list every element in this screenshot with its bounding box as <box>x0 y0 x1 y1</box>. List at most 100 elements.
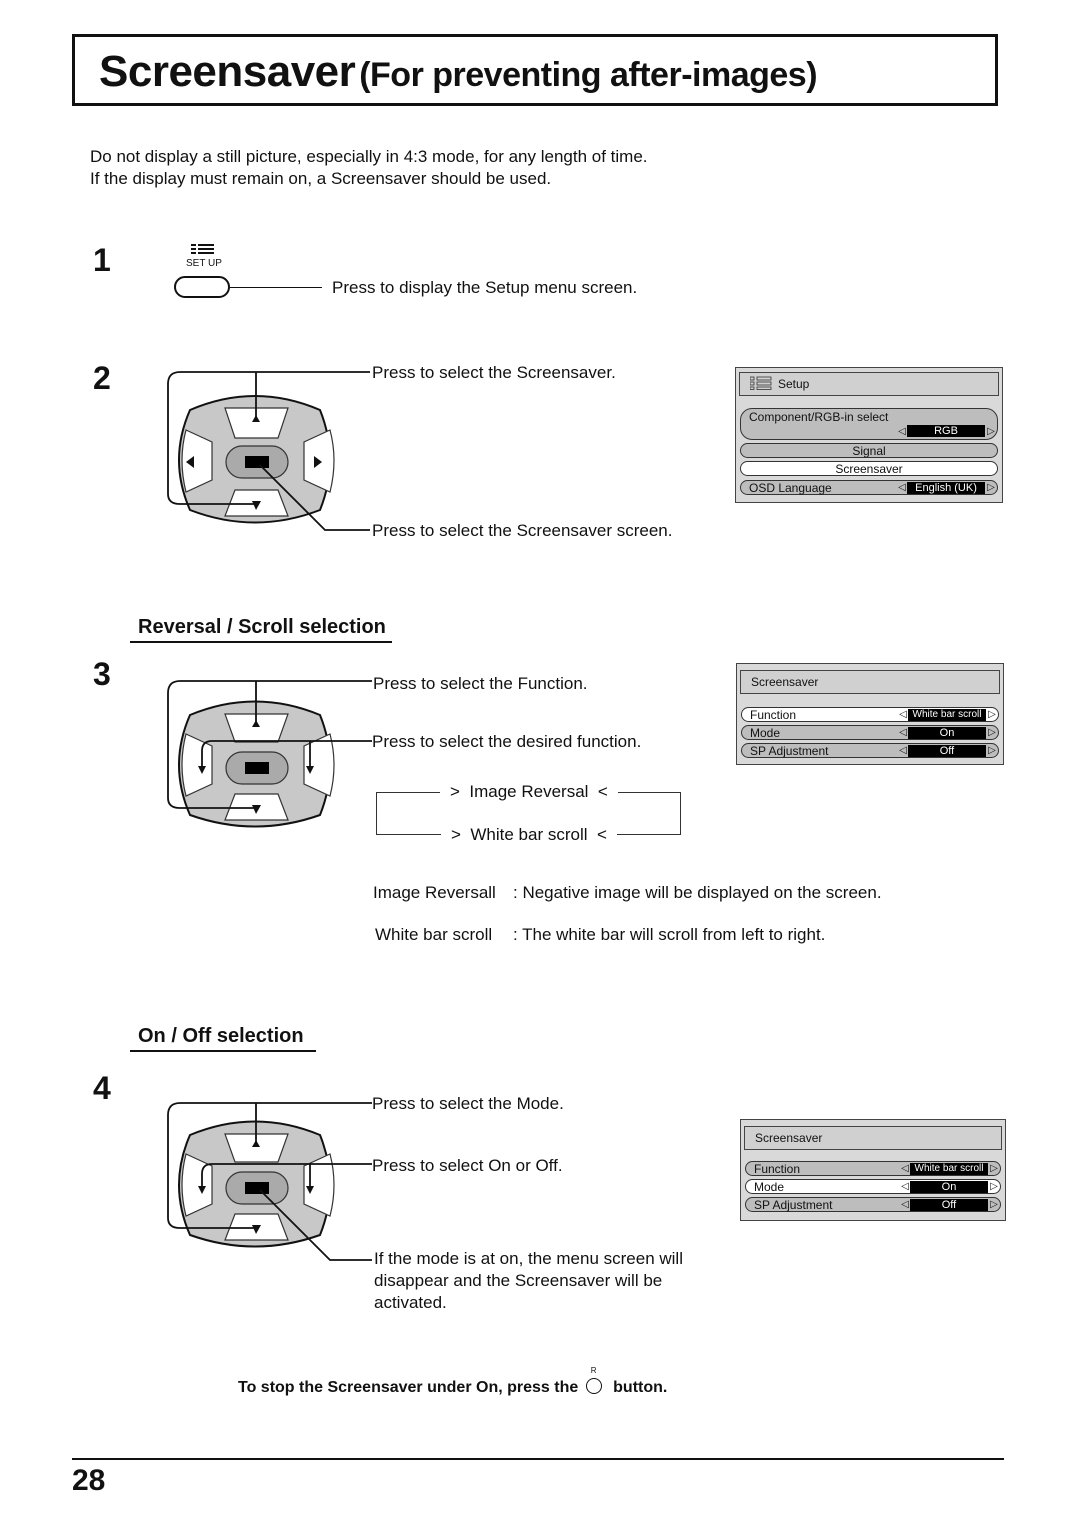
r-button-label: R <box>590 1366 597 1375</box>
left-button[interactable] <box>181 429 213 493</box>
cycle-item-label: Image Reversal <box>469 782 589 801</box>
page-number: 28 <box>72 1464 106 1497</box>
osd-row-value: White bar scroll <box>910 1162 988 1175</box>
osd-row-label: SP Adjustment <box>754 1197 833 1212</box>
callout-line-text: If the mode is at on, the menu screen wi… <box>374 1249 683 1268</box>
osd-screensaver-menu: Screensaver Function ◁ White bar scroll … <box>736 663 1004 765</box>
right-arrow-icon[interactable]: ▷ <box>985 426 997 437</box>
osd-row-value: On <box>908 726 986 739</box>
action-button-icon <box>245 762 269 774</box>
definition-term: White bar scroll <box>375 925 493 944</box>
cycle-item-label: White bar scroll <box>470 825 588 844</box>
definition-desc: : The white bar will scroll from left to… <box>513 925 826 944</box>
footer-note: To stop the Screensaver under On, press … <box>238 1366 668 1398</box>
osd-row-value: Off <box>908 744 986 757</box>
page-title: Screensaver (For preventing after-images… <box>99 47 818 97</box>
title-main: Screensaver <box>99 47 356 96</box>
callout-text: Press to select the Function. <box>373 674 588 693</box>
osd-row-value: RGB <box>907 425 985 437</box>
osd-row-value: On <box>910 1180 988 1193</box>
osd-header: Screensaver <box>744 1126 1002 1150</box>
osd-row-component-rgb[interactable]: Component/RGB-in select ◁ RGB ▷ <box>740 408 998 440</box>
remote-direction-pad <box>167 1102 372 1261</box>
left-arrow-icon[interactable]: ◁ <box>897 482 907 493</box>
step-number: 3 <box>93 656 111 692</box>
osd-row-label: Mode <box>754 1179 785 1194</box>
osd-row-value: Off <box>910 1198 988 1211</box>
remote-direction-pad <box>167 371 370 531</box>
callout-line <box>230 287 322 288</box>
osd-row-label: Screensaver <box>835 461 903 476</box>
osd-row-mode[interactable]: Mode ◁ On ▷ <box>745 1179 1001 1194</box>
definition-desc: : Negative image will be displayed on th… <box>513 883 882 902</box>
page-title-box: Screensaver (For preventing after-images… <box>72 34 998 106</box>
callout-text: Press to select On or Off. <box>372 1156 563 1175</box>
step-number: 1 <box>93 242 111 278</box>
arrow-right-icon: > <box>451 825 471 844</box>
osd-row-label: SP Adjustment <box>750 743 829 758</box>
footer-note-text: To stop the Screensaver under On, press … <box>238 1379 579 1397</box>
right-arrow-icon[interactable]: ▷ <box>988 1199 1000 1210</box>
title-subtitle: (For preventing after-images) <box>359 56 818 94</box>
osd-title: Screensaver <box>755 1131 823 1145</box>
remote-direction-pad <box>167 680 372 828</box>
left-button[interactable] <box>181 1153 213 1217</box>
osd-row-function[interactable]: Function ◁ White bar scroll ▷ <box>745 1161 1001 1176</box>
right-arrow-icon[interactable]: ▷ <box>988 1181 1000 1192</box>
cycle-item: > Image Reversal < <box>440 782 618 802</box>
osd-row-label: OSD Language <box>749 480 832 495</box>
r-button[interactable]: R <box>583 1366 609 1398</box>
section-heading: On / Off selection <box>130 1025 316 1052</box>
callout-line-text: activated. <box>374 1293 447 1312</box>
left-arrow-icon[interactable]: ◁ <box>898 745 908 756</box>
right-arrow-icon[interactable]: ▷ <box>986 745 998 756</box>
left-arrow-icon[interactable]: ◁ <box>900 1163 910 1174</box>
callout-text: Press to select the Mode. <box>372 1094 564 1113</box>
step-number: 4 <box>93 1070 111 1106</box>
intro-line: If the display must remain on, a Screens… <box>90 169 552 188</box>
osd-row-sp-adjustment[interactable]: SP Adjustment ◁ Off ▷ <box>745 1197 1001 1212</box>
arrow-left-icon: < <box>588 782 608 801</box>
osd-row-screensaver[interactable]: Screensaver <box>740 461 998 476</box>
setup-button-label: SET UP <box>186 258 222 269</box>
osd-row-label: Signal <box>852 443 886 458</box>
page-divider <box>72 1458 1004 1460</box>
left-arrow-icon[interactable]: ◁ <box>900 1181 910 1192</box>
osd-row-label: Function <box>750 707 797 722</box>
osd-setup-menu: Setup Component/RGB-in select ◁ RGB ▷ Si… <box>735 367 1003 503</box>
osd-row-label: Component/RGB-in select <box>749 410 889 424</box>
callout-text-block: If the mode is at on, the menu screen wi… <box>374 1248 683 1314</box>
left-button[interactable] <box>181 733 213 797</box>
left-arrow-icon[interactable]: ◁ <box>898 709 908 720</box>
right-arrow-icon[interactable]: ▷ <box>988 1163 1000 1174</box>
right-arrow-icon[interactable]: ▷ <box>985 482 997 493</box>
right-arrow-icon[interactable]: ▷ <box>986 727 998 738</box>
intro-line: Do not display a still picture, especial… <box>90 147 648 166</box>
osd-row-value: White bar scroll <box>908 708 986 721</box>
arrow-right-icon: > <box>450 782 470 801</box>
osd-title: Setup <box>778 377 810 391</box>
left-arrow-icon[interactable]: ◁ <box>897 426 907 437</box>
osd-header: Screensaver <box>740 670 1000 694</box>
definition-term: Image Reversall <box>373 883 496 902</box>
right-button[interactable] <box>303 733 335 797</box>
r-button-icon <box>585 1378 602 1394</box>
setup-button[interactable] <box>174 276 230 298</box>
footer-note-text: button. <box>613 1379 668 1397</box>
osd-row-mode[interactable]: Mode ◁ On ▷ <box>741 725 999 740</box>
left-arrow-icon[interactable]: ◁ <box>900 1199 910 1210</box>
osd-row-osd-language[interactable]: OSD Language ◁ English (UK) ▷ <box>740 480 998 495</box>
osd-row-signal[interactable]: Signal <box>740 443 998 458</box>
callout-text: Press to display the Setup menu screen. <box>332 278 638 297</box>
intro-paragraph: Do not display a still picture, especial… <box>90 146 648 190</box>
osd-title: Screensaver <box>751 675 819 689</box>
osd-row-sp-adjustment[interactable]: SP Adjustment ◁ Off ▷ <box>741 743 999 758</box>
osd-row-value: English (UK) <box>907 481 985 494</box>
callout-text: Press to select the Screensaver. <box>372 363 616 382</box>
right-arrow-icon[interactable]: ▷ <box>986 709 998 720</box>
step-number: 2 <box>93 360 111 396</box>
setup-menu-icon <box>749 376 772 393</box>
left-arrow-icon[interactable]: ◁ <box>898 727 908 738</box>
osd-row-label: Function <box>754 1161 801 1176</box>
osd-row-function[interactable]: Function ◁ White bar scroll ▷ <box>741 707 999 722</box>
